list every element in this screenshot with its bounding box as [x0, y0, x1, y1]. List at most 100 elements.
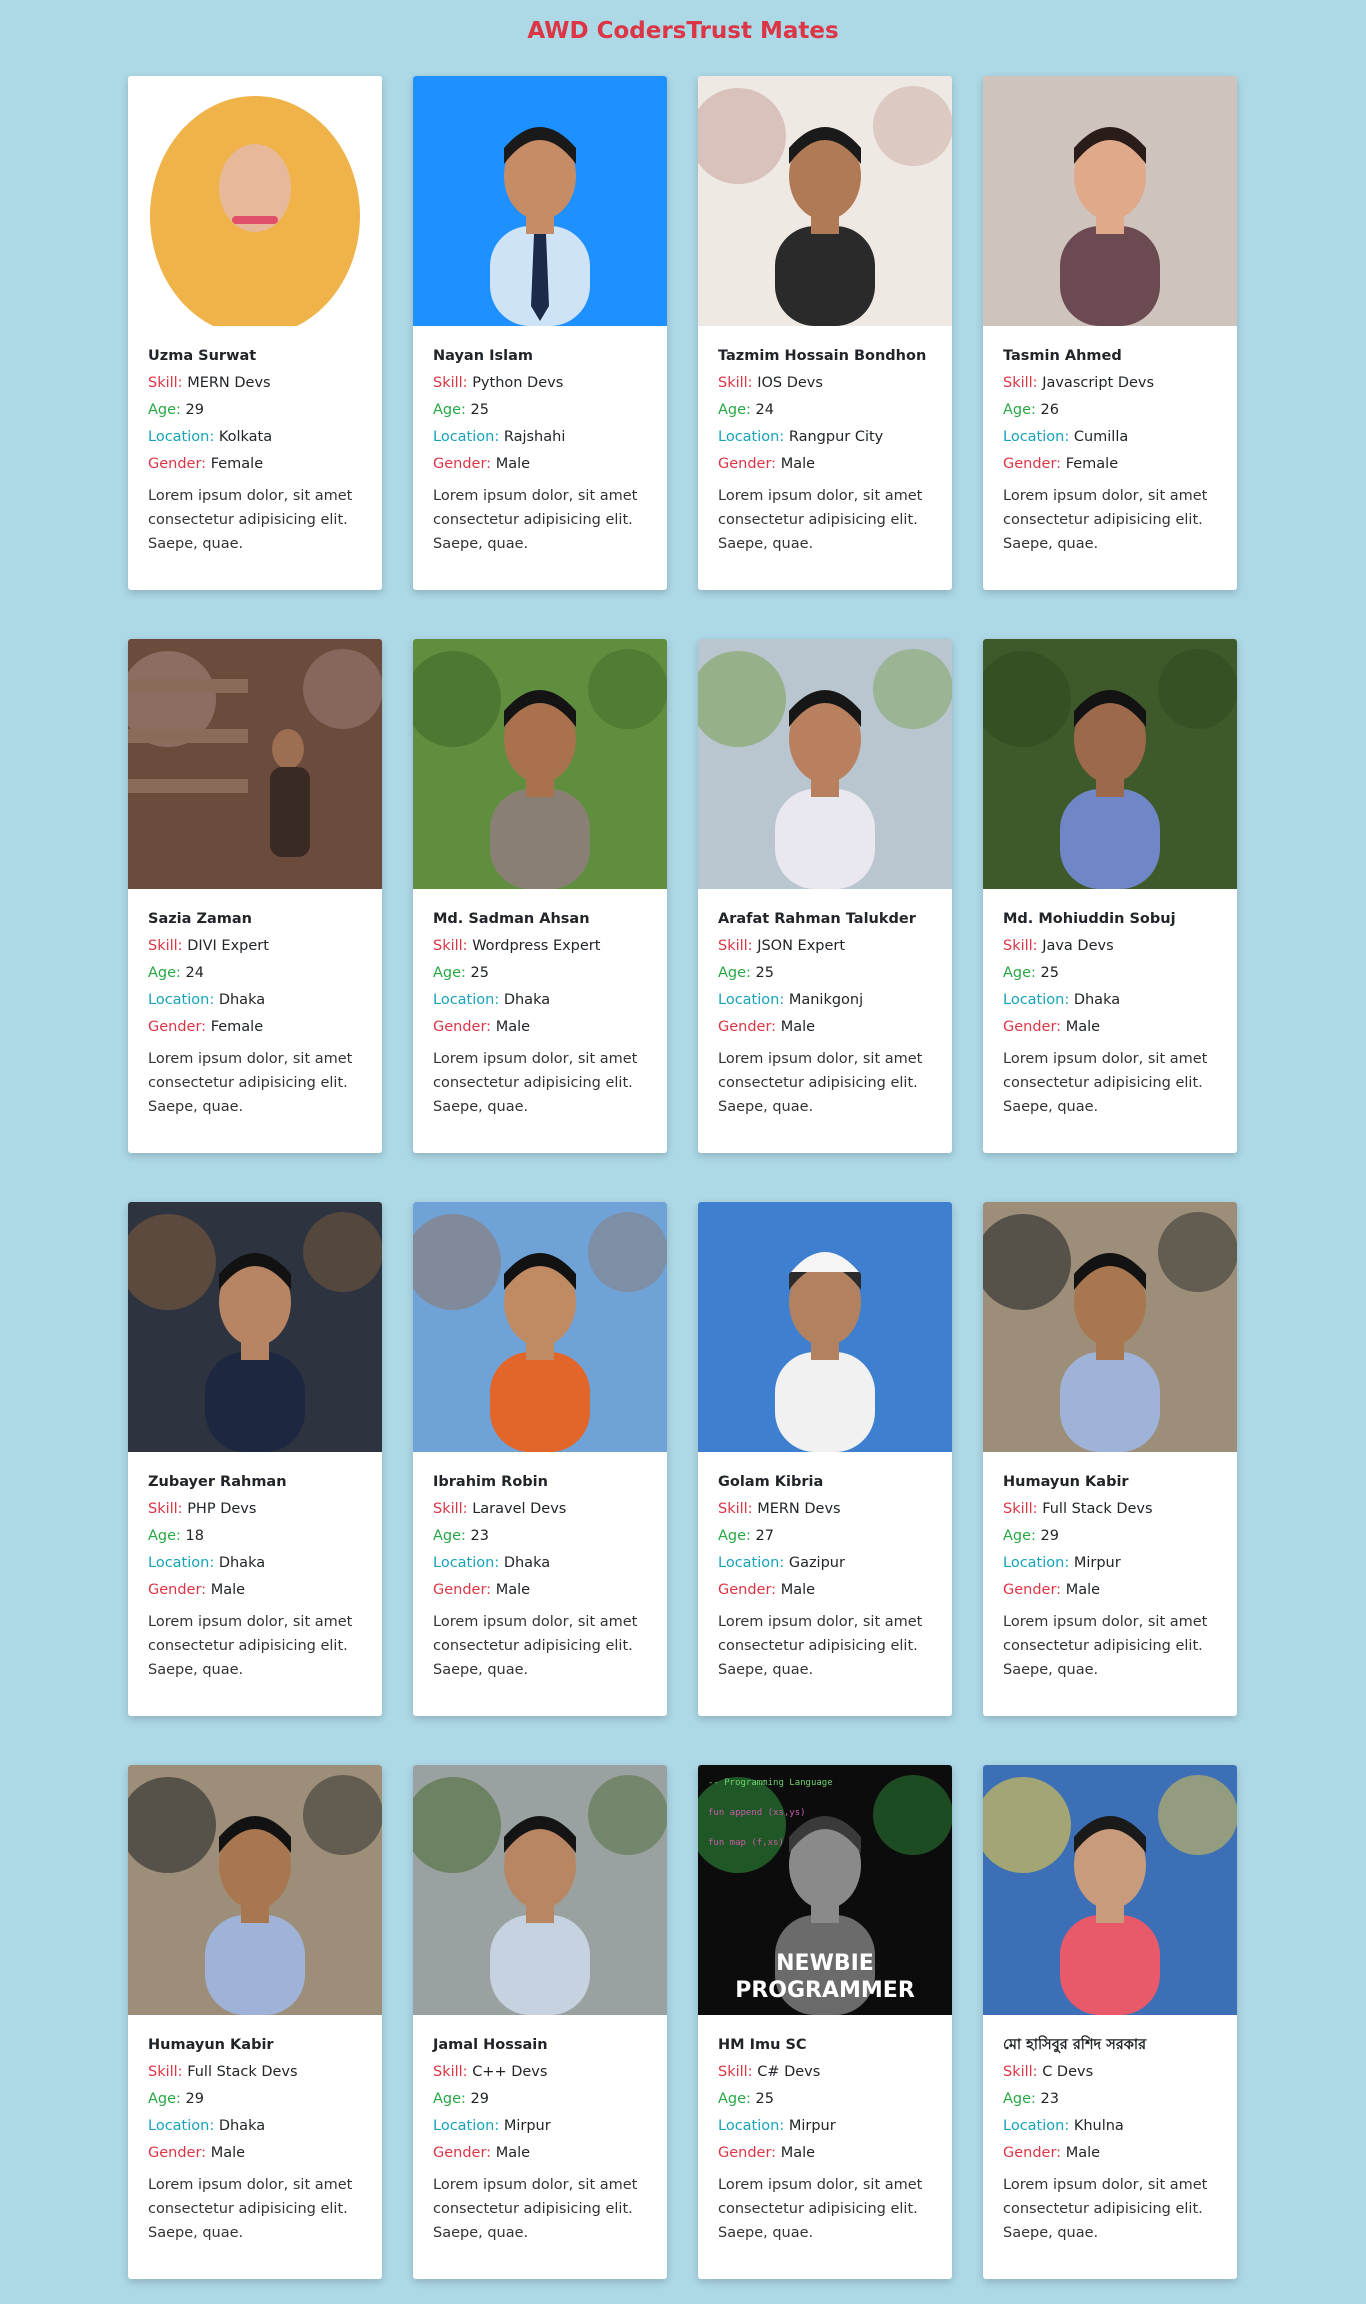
age-label: Age: — [718, 965, 751, 981]
age-label: Age: — [148, 1528, 181, 1544]
gender-row: Gender: Male — [433, 1017, 647, 1037]
age-value: 25 — [1040, 965, 1059, 981]
profile-card: মো হাসিবুর রশিদ সরকার Skill: C Devs Age:… — [983, 1765, 1237, 2279]
card-body: Md. Sadman Ahsan Skill: Wordpress Expert… — [413, 889, 667, 1119]
profile-card: Sazia Zaman Skill: DIVI Expert Age: 24 L… — [128, 639, 382, 1153]
age-row: Age: 18 — [148, 1526, 362, 1546]
location-value: Rajshahi — [503, 429, 566, 445]
card-body: Humayun Kabir Skill: Full Stack Devs Age… — [128, 2015, 382, 2245]
gender-row: Gender: Male — [433, 454, 647, 474]
age-row: Age: 29 — [433, 2089, 647, 2109]
location-row: Location: Gazipur — [718, 1553, 932, 1573]
age-row: Age: 29 — [148, 400, 362, 420]
location-row: Location: Dhaka — [148, 2116, 362, 2136]
profile-photo — [413, 639, 667, 889]
profile-description: Lorem ipsum dolor, sit amet consectetur … — [1003, 488, 1208, 552]
age-label: Age: — [148, 402, 181, 418]
gender-label: Gender: — [1003, 1582, 1062, 1598]
location-row: Location: Rajshahi — [433, 427, 647, 447]
skill-row: Skill: C Devs — [1003, 2062, 1217, 2082]
gender-label: Gender: — [1003, 456, 1062, 472]
skill-value: Javascript Devs — [1042, 375, 1155, 391]
profile-card: Arafat Rahman Talukder Skill: JSON Exper… — [698, 639, 952, 1153]
skill-row: Skill: MERN Devs — [718, 1499, 932, 1519]
gender-row: Gender: Male — [718, 1017, 932, 1037]
skill-label: Skill: — [718, 2064, 753, 2080]
gender-value: Male — [1065, 1019, 1101, 1035]
photo-illustration — [983, 639, 1237, 889]
gender-value: Male — [780, 1582, 816, 1598]
photo-caption: NEWBIE — [776, 1951, 874, 1976]
profile-name: মো হাসিবুর রশিদ সরকার — [1003, 2037, 1147, 2053]
skill-row: Skill: Wordpress Expert — [433, 936, 647, 956]
skill-value: Java Devs — [1042, 938, 1114, 954]
location-value: Cumilla — [1073, 429, 1129, 445]
gender-row: Gender: Male — [1003, 2143, 1217, 2163]
location-value: Dhaka — [218, 2118, 266, 2134]
age-row: Age: 25 — [433, 400, 647, 420]
profile-photo — [983, 76, 1237, 326]
profile-name: Humayun Kabir — [148, 2037, 274, 2053]
skill-row: Skill: Javascript Devs — [1003, 373, 1217, 393]
gender-value: Male — [1065, 1582, 1101, 1598]
skill-label: Skill: — [433, 2064, 468, 2080]
age-label: Age: — [1003, 965, 1036, 981]
skill-value: Full Stack Devs — [1042, 1501, 1153, 1517]
gender-row: Gender: Male — [718, 454, 932, 474]
age-value: 26 — [1040, 402, 1059, 418]
location-label: Location: — [148, 2118, 215, 2134]
profile-name: Md. Mohiuddin Sobuj — [1003, 911, 1176, 927]
photo-illustration: -- Programming Language fun append (xs,ys… — [698, 1765, 952, 2015]
age-value: 29 — [185, 2091, 204, 2107]
location-label: Location: — [433, 429, 500, 445]
profile-photo — [128, 639, 382, 889]
age-row: Age: 25 — [433, 963, 647, 983]
location-value: Rangpur City — [788, 429, 884, 445]
svg-text:-- Programming Language: -- Programming Language — [708, 1778, 833, 1788]
skill-value: Wordpress Expert — [472, 938, 601, 954]
gender-label: Gender: — [433, 1019, 492, 1035]
photo-illustration — [128, 1765, 382, 2015]
location-row: Location: Rangpur City — [718, 427, 932, 447]
gender-value: Female — [1065, 456, 1119, 472]
skill-value: Laravel Devs — [472, 1501, 567, 1517]
page-title: AWD CodersTrust Mates — [527, 18, 839, 44]
gender-label: Gender: — [718, 456, 777, 472]
profile-card: Humayun Kabir Skill: Full Stack Devs Age… — [128, 1765, 382, 2279]
profile-name: Uzma Surwat — [148, 348, 257, 364]
location-label: Location: — [148, 429, 215, 445]
profile-card: Tasmin Ahmed Skill: Javascript Devs Age:… — [983, 76, 1237, 590]
skill-value: C++ Devs — [472, 2064, 548, 2080]
gender-value: Male — [210, 1582, 246, 1598]
photo-illustration — [698, 639, 952, 889]
gender-value: Male — [495, 456, 531, 472]
location-value: Dhaka — [503, 1555, 551, 1571]
location-label: Location: — [433, 992, 500, 1008]
gender-row: Gender: Male — [718, 1580, 932, 1600]
gender-label: Gender: — [148, 2145, 207, 2161]
profile-name: Tazmim Hossain Bondhon — [718, 348, 927, 364]
svg-text:fun map (f,xs): fun map (f,xs) — [708, 1838, 784, 1848]
profile-description: Lorem ipsum dolor, sit amet consectetur … — [433, 488, 638, 552]
profile-description: Lorem ipsum dolor, sit amet consectetur … — [718, 1051, 923, 1115]
gender-row: Gender: Male — [1003, 1580, 1217, 1600]
location-row: Location: Dhaka — [433, 1553, 647, 1573]
card-body: HM Imu SC Skill: C# Devs Age: 25 Locatio… — [698, 2015, 952, 2245]
location-label: Location: — [148, 1555, 215, 1571]
card-body: Arafat Rahman Talukder Skill: JSON Exper… — [698, 889, 952, 1119]
location-row: Location: Dhaka — [148, 1553, 362, 1573]
age-label: Age: — [433, 2091, 466, 2107]
gender-value: Male — [780, 2145, 816, 2161]
profile-description: Lorem ipsum dolor, sit amet consectetur … — [148, 488, 353, 552]
gender-label: Gender: — [1003, 2145, 1062, 2161]
location-row: Location: Dhaka — [1003, 990, 1217, 1010]
gender-label: Gender: — [718, 1582, 777, 1598]
profile-photo — [128, 1765, 382, 2015]
card-body: Tasmin Ahmed Skill: Javascript Devs Age:… — [983, 326, 1237, 556]
skill-value: C Devs — [1042, 2064, 1094, 2080]
age-value: 24 — [185, 965, 204, 981]
gender-value: Male — [780, 456, 816, 472]
age-value: 29 — [185, 402, 204, 418]
profile-card: Md. Mohiuddin Sobuj Skill: Java Devs Age… — [983, 639, 1237, 1153]
age-value: 18 — [185, 1528, 204, 1544]
